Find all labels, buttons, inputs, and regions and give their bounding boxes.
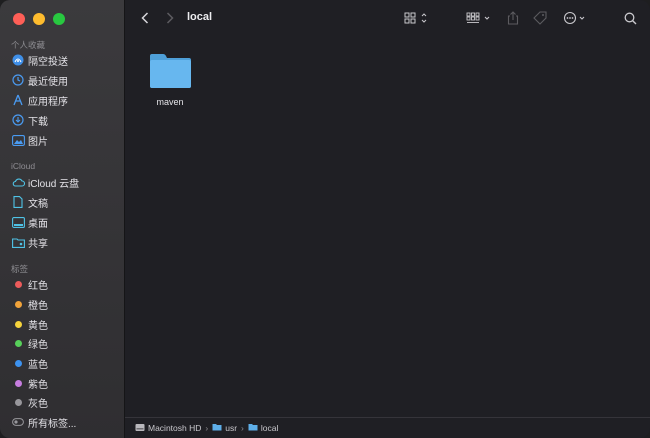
path-item-macintosh-hd[interactable]: Macintosh HD	[135, 423, 201, 434]
sidebar-item-label: 下载	[28, 116, 48, 128]
sidebar-item-label: 共享	[28, 238, 48, 250]
icloud-section-title: iCloud	[11, 161, 36, 171]
path-item-label: Macintosh HD	[148, 423, 202, 433]
path-bar: Macintosh HD › usr › local	[125, 417, 650, 438]
search-icon[interactable]	[621, 9, 639, 27]
group-icon[interactable]	[465, 9, 493, 27]
view-grid-icon[interactable]	[403, 9, 431, 27]
airdrop-icon	[11, 53, 25, 67]
sidebar-item-documents[interactable]: 文稿	[0, 193, 124, 211]
tag-orange[interactable]: 橙色	[0, 295, 124, 313]
sidebar-item-label: 桌面	[28, 218, 48, 230]
all-tags-icon	[11, 415, 25, 429]
tag-label: 紫色	[28, 379, 48, 391]
finder-window: 个人收藏 隔空投送 最近使用 应用程序 下载 图片 iCloud iCloud …	[0, 0, 650, 438]
sidebar-item-label: 隔空投送	[28, 56, 68, 68]
tag-color-dot	[11, 277, 25, 291]
sidebar-item-label: 应用程序	[28, 96, 68, 108]
tag-label: 绿色	[28, 339, 48, 351]
folder-icon	[248, 423, 258, 433]
sidebar: 个人收藏 隔空投送 最近使用 应用程序 下载 图片 iCloud iCloud …	[0, 0, 125, 438]
folder-icon	[212, 423, 222, 433]
desktop-icon	[11, 215, 25, 229]
tags-section-title: 标签	[11, 264, 29, 274]
tag-color-dot	[11, 376, 25, 390]
disk-icon	[135, 423, 145, 434]
sidebar-item-recents[interactable]: 最近使用	[0, 71, 124, 89]
photo-icon	[11, 133, 25, 147]
tag-color-dot	[11, 395, 25, 409]
sidebar-item-icloud-drive[interactable]: iCloud 云盘	[0, 173, 124, 191]
tag-color-dot	[11, 317, 25, 331]
sidebar-item-applications[interactable]: 应用程序	[0, 91, 124, 109]
window-controls	[13, 13, 65, 25]
sidebar-item-desktop[interactable]: 桌面	[0, 213, 124, 231]
tag-label: 黄色	[28, 320, 48, 332]
path-item-label: usr	[225, 423, 238, 433]
tag-icon[interactable]	[531, 9, 549, 27]
file-item-maven[interactable]: maven	[145, 48, 195, 110]
path-separator: ›	[205, 423, 209, 433]
zoom-button[interactable]	[53, 13, 65, 25]
sidebar-item-airdrop[interactable]: 隔空投送	[0, 51, 124, 69]
tag-gray[interactable]: 灰色	[0, 393, 124, 411]
path-item-usr[interactable]: usr	[212, 423, 237, 433]
sidebar-item-label: 图片	[28, 136, 48, 148]
sidebar-item-label: iCloud 云盘	[28, 178, 80, 190]
tag-blue[interactable]: 蓝色	[0, 354, 124, 372]
sidebar-item-shared[interactable]: 共享	[0, 233, 124, 251]
tag-color-dot	[11, 356, 25, 370]
sidebar-item-pictures[interactable]: 图片	[0, 131, 124, 149]
clock-icon	[11, 73, 25, 87]
path-separator: ›	[241, 423, 244, 433]
share-icon[interactable]	[505, 9, 521, 27]
sidebar-item-downloads[interactable]: 下载	[0, 111, 124, 129]
shared-folder-icon	[11, 235, 25, 249]
favorites-section-title: 个人收藏	[11, 40, 46, 50]
file-area: maven	[125, 36, 650, 418]
sidebar-item-label: 所有标签...	[28, 418, 77, 430]
cloud-icon	[11, 175, 25, 189]
main-pane: local maven Macintosh HD › usr › local	[125, 0, 650, 438]
sidebar-item-label: 文稿	[28, 198, 48, 210]
sidebar-item-label: 最近使用	[28, 76, 68, 88]
tag-green[interactable]: 绿色	[0, 334, 124, 352]
download-icon	[11, 113, 25, 127]
sidebar-item-all-tags[interactable]: 所有标签...	[0, 413, 124, 431]
applications-icon	[11, 93, 25, 107]
path-item-local[interactable]: local	[248, 423, 278, 433]
tag-yellow[interactable]: 黄色	[0, 315, 124, 333]
tag-label: 红色	[28, 280, 48, 292]
toolbar: local	[125, 0, 650, 36]
folder-icon	[149, 52, 192, 94]
tag-label: 蓝色	[28, 359, 48, 371]
tag-color-dot	[11, 336, 25, 350]
tag-purple[interactable]: 紫色	[0, 374, 124, 392]
document-icon	[11, 195, 25, 209]
window-title: local	[187, 11, 213, 23]
tag-label: 灰色	[28, 398, 48, 410]
path-item-label: local	[260, 423, 279, 433]
back-icon[interactable]	[136, 9, 154, 27]
file-name: maven	[156, 97, 184, 107]
forward-icon[interactable]	[161, 9, 179, 27]
minimize-button[interactable]	[33, 13, 45, 25]
tag-color-dot	[11, 297, 25, 311]
tag-label: 橙色	[28, 300, 48, 312]
tag-red[interactable]: 红色	[0, 275, 124, 293]
close-button[interactable]	[13, 13, 25, 25]
more-icon[interactable]	[563, 9, 589, 27]
